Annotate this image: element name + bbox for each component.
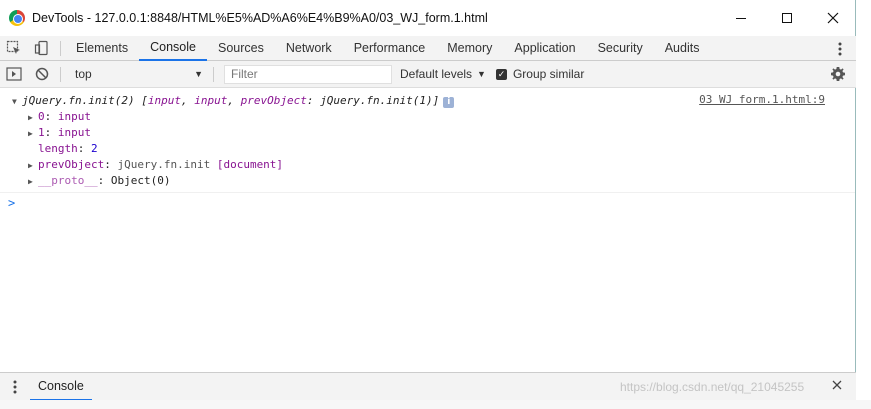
device-toolbar-button[interactable] [28,36,56,61]
log-levels-dropdown[interactable]: Default levels ▼ [400,67,486,81]
tab-audits[interactable]: Audits [654,36,711,61]
prompt-chevron-icon: > [8,196,16,210]
drawer-menu-button[interactable] [0,380,30,394]
device-icon [34,40,48,56]
maximize-button[interactable] [764,0,810,36]
inspect-cursor-icon [6,40,20,54]
tab-performance[interactable]: Performance [343,36,437,61]
chrome-icon [9,10,25,26]
console-output: 03 WJ form.1.html:9 ▼ jQuery.fn.init(2) [… [0,88,855,371]
sidebar-toggle-icon [6,67,22,81]
expanded-triangle-icon: ▼ [12,97,17,106]
clear-console-button[interactable] [28,62,56,87]
devtools-window: DevTools - 127.0.0.1:8848/HTML%E5%AD%A6%… [0,0,856,409]
kebab-menu-icon [13,380,17,393]
log-levels-label: Default levels [400,67,473,81]
context-selector[interactable]: top ▼ [69,64,209,84]
info-icon[interactable]: i [443,97,455,108]
console-message: 03 WJ form.1.html:9 ▼ jQuery.fn.init(2) [… [0,88,855,193]
collapsed-triangle-icon: ▶ [28,161,33,170]
close-drawer-button[interactable] [832,378,842,393]
object-row: length: 2 [38,142,98,155]
clear-icon [35,67,49,81]
object-row[interactable]: ▶ __proto__: Object(0) [28,173,855,189]
tab-memory[interactable]: Memory [436,36,503,61]
window-title: DevTools - 127.0.0.1:8848/HTML%E5%AD%A6%… [32,11,488,25]
group-similar-label: Group similar [512,67,585,81]
minimize-icon [736,17,746,19]
drawer-tab-console[interactable]: Console [30,373,92,401]
separator [213,66,214,82]
tab-security[interactable]: Security [587,36,654,61]
main-tab-bar: Elements Console Sources Network Perform… [0,36,856,61]
tab-console[interactable]: Console [139,36,207,61]
checkmark-icon: ✓ [495,68,507,80]
object-row[interactable]: ▶ prevObject: jQuery.fn.init [document] [28,157,855,173]
drawer-tab-bar: Console https://blog.csdn.net/qq_2104525… [0,372,856,401]
dropdown-arrow-icon: ▼ [194,69,203,79]
tab-application[interactable]: Application [503,36,586,61]
kebab-menu-icon [838,42,842,55]
collapsed-triangle-icon: ▶ [28,129,33,138]
gear-icon[interactable] [830,66,846,82]
group-similar-checkbox[interactable]: ✓ Group similar [495,67,585,81]
collapsed-triangle-icon: ▶ [28,177,33,186]
inspect-element-button[interactable] [0,36,28,61]
object-row[interactable]: ▶ 0: input [28,109,855,125]
source-link[interactable]: 03 WJ form.1.html:9 [699,93,825,106]
watermark: https://blog.csdn.net/qq_21045255 [620,380,805,394]
tab-sources[interactable]: Sources [207,36,275,61]
filter-input[interactable] [224,64,392,84]
tab-network[interactable]: Network [275,36,343,61]
separator [60,66,61,82]
bottom-strip [0,400,871,409]
separator [60,40,61,56]
dropdown-arrow-icon: ▼ [477,69,486,79]
console-toolbar: top ▼ Default levels ▼ ✓ Group similar [0,61,856,88]
tab-elements[interactable]: Elements [65,36,139,61]
minimize-button[interactable] [718,0,764,36]
maximize-icon [782,13,792,23]
more-options-button[interactable] [828,36,852,61]
object-row[interactable]: ▶ 1: input [28,125,855,141]
show-sidebar-button[interactable] [0,62,28,87]
close-icon [827,12,839,24]
close-window-button[interactable] [810,0,856,36]
console-prompt[interactable]: > [0,193,855,213]
collapsed-triangle-icon: ▶ [28,113,33,122]
close-icon [832,380,842,390]
context-value: top [75,67,92,81]
